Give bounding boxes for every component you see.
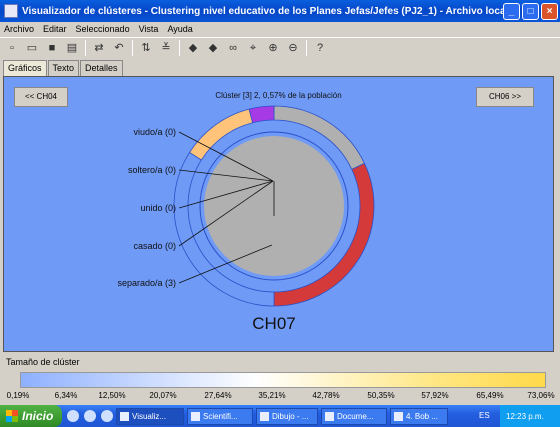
window-titlebar: Visualizador de clústeres - Clustering n… — [0, 0, 560, 22]
task-dibujo[interactable]: Dibujo - ... — [256, 407, 318, 425]
minimize-button[interactable]: _ — [503, 2, 520, 20]
close-button[interactable]: × — [541, 2, 558, 20]
toolbar-separator — [85, 40, 86, 56]
tick-label: 0,19% — [6, 391, 30, 400]
app-icon — [4, 4, 18, 18]
tick-label: 73,06% — [527, 391, 555, 400]
cluster-chart: viudo/a (0) soltero/a (0) unido (0) casado … — [117, 105, 375, 333]
open-icon[interactable]: ▭ — [25, 41, 39, 55]
tick-label: 50,35% — [367, 391, 395, 400]
category-label: soltero/a (0) — [128, 165, 176, 175]
help-icon[interactable]: ? — [313, 41, 327, 55]
tick-label: 35,21% — [258, 391, 286, 400]
menu-bar: Archivo Editar Seleccionado Vista Ayuda — [0, 22, 560, 36]
legend-title: Tamaño de clúster — [6, 357, 80, 367]
ie-quicklaunch-icon[interactable] — [67, 410, 79, 422]
toolbar-separator — [179, 40, 180, 56]
toolbar-separator — [132, 40, 133, 56]
menu-ayuda[interactable]: Ayuda — [167, 24, 192, 34]
start-label: Inicio — [22, 409, 54, 423]
taskbar: Inicio Visualiz... Scientifi... Dibujo -… — [0, 405, 560, 427]
toolbar-separator — [306, 40, 307, 56]
system-tray: 12:23 p.m. — [500, 405, 560, 427]
tick-label: 57,92% — [421, 391, 449, 400]
filter-icon[interactable]: ≚ — [159, 41, 173, 55]
category-label: separado/a (3) — [117, 278, 176, 288]
window-icon — [260, 411, 269, 421]
tick-label: 65,49% — [476, 391, 504, 400]
task-label: Visualiz... — [132, 411, 167, 421]
print-icon[interactable]: ▤ — [65, 41, 79, 55]
window-icon — [120, 411, 129, 421]
sort-icon[interactable]: ⇅ — [139, 41, 153, 55]
task-label: Scientifi... — [203, 411, 238, 421]
tick-label: 12,50% — [98, 391, 126, 400]
window-icon — [191, 411, 200, 421]
new-icon[interactable]: ▫ — [5, 41, 19, 55]
undo-icon[interactable]: ↶ — [112, 41, 126, 55]
clock: 12:23 p.m. — [506, 411, 544, 421]
category-label: casado (0) — [133, 241, 176, 251]
window-title: Visualizador de clústeres - Clustering n… — [22, 5, 503, 17]
legend-ticks: 0,19% 6,34% 12,50% 20,07% 27,64% 35,21% … — [0, 391, 560, 403]
windows-logo-icon — [6, 410, 18, 422]
select-icon[interactable]: ⌖ — [246, 41, 260, 55]
task-scientific[interactable]: Scientifi... — [187, 407, 253, 425]
ring-segment[interactable] — [248, 105, 275, 124]
size-gradient-bar — [20, 372, 546, 388]
task-label: 4. Bob ... — [406, 411, 439, 421]
category-label: unido (0) — [140, 203, 176, 213]
refresh-icon[interactable]: ⇄ — [92, 41, 106, 55]
tick-label: 27,64% — [204, 391, 232, 400]
task-documento[interactable]: Docume... — [321, 407, 387, 425]
window-icon — [394, 411, 403, 421]
maximize-button[interactable]: □ — [522, 2, 539, 20]
menu-editar[interactable]: Editar — [43, 24, 67, 34]
menu-vista[interactable]: Vista — [139, 24, 159, 34]
zoom-in-icon[interactable]: ⊕ — [266, 41, 280, 55]
category-label: viudo/a (0) — [133, 127, 176, 137]
back-icon[interactable]: ◆ — [186, 41, 200, 55]
cluster-name: CH07 — [252, 314, 295, 333]
zoom-out-icon[interactable]: ⊖ — [286, 41, 300, 55]
toolbar: ▫ ▭ ■ ▤ ⇄ ↶ ⇅ ≚ ◆ ◆ ∞ ⌖ ⊕ ⊖ ? — [0, 37, 560, 58]
tab-texto[interactable]: Texto — [47, 60, 80, 76]
language-indicator[interactable]: ES — [479, 411, 490, 420]
chart-panel: << CH04 CH06 >> Clúster [3] 2, 0,57% de … — [3, 76, 554, 352]
menu-archivo[interactable]: Archivo — [4, 24, 34, 34]
task-label: Docume... — [337, 411, 374, 421]
tick-label: 6,34% — [54, 391, 78, 400]
view-tabs: Gráficos Texto Detalles — [3, 60, 124, 76]
firefox-quicklaunch-icon[interactable] — [101, 410, 113, 422]
task-bob[interactable]: 4. Bob ... — [390, 407, 448, 425]
outlook-quicklaunch-icon[interactable] — [84, 410, 96, 422]
window-icon — [325, 411, 334, 421]
menu-seleccionado[interactable]: Seleccionado — [76, 24, 130, 34]
save-icon[interactable]: ■ — [45, 41, 59, 55]
tick-label: 20,07% — [149, 391, 177, 400]
binoculars-icon[interactable]: ∞ — [226, 41, 240, 55]
start-button[interactable]: Inicio — [0, 405, 62, 427]
task-visualizador[interactable]: Visualiz... — [116, 407, 184, 425]
tick-label: 42,78% — [312, 391, 340, 400]
tab-detalles[interactable]: Detalles — [80, 60, 123, 76]
forward-icon[interactable]: ◆ — [206, 41, 220, 55]
task-label: Dibujo - ... — [272, 411, 309, 421]
tab-graficos[interactable]: Gráficos — [3, 60, 47, 76]
